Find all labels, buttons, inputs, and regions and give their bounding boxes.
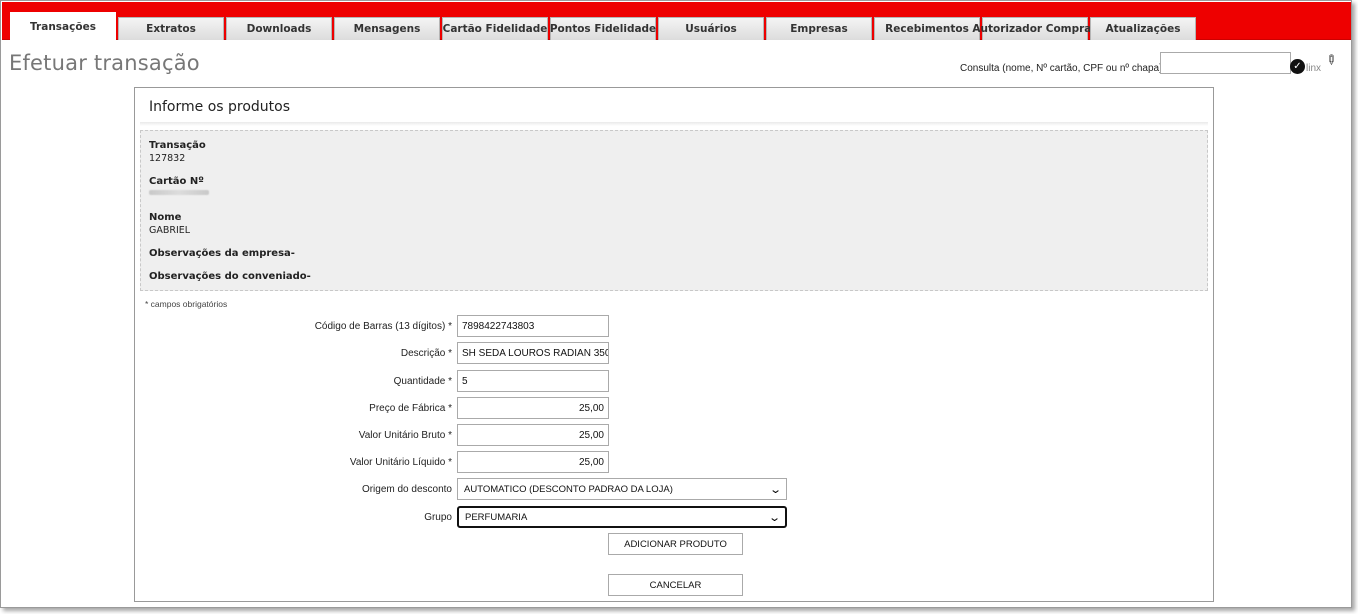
preco-fabrica-label: Preço de Fábrica * bbox=[369, 403, 452, 414]
transacao-label: Transação bbox=[149, 140, 206, 151]
descricao-input[interactable]: SH SEDA LOUROS RADIAN 350M bbox=[457, 342, 609, 364]
tab-cartao-fidelidade[interactable]: Cartão Fidelidade bbox=[442, 17, 548, 40]
valor-liquido-label: Valor Unitário Líquido * bbox=[349, 457, 452, 468]
tab-atualizacoes[interactable]: Atualizações bbox=[1090, 17, 1196, 40]
grupo-value: PERFUMARIA bbox=[465, 511, 528, 523]
tab-recebimentos[interactable]: Recebimentos bbox=[874, 17, 980, 40]
cartao-label: Cartão Nº bbox=[149, 176, 204, 187]
tab-transacoes[interactable]: Transações bbox=[10, 12, 116, 41]
codigo-barras-label: Código de Barras (13 dígitos) * bbox=[314, 321, 452, 332]
quantidade-input[interactable]: 5 bbox=[457, 370, 609, 392]
pin-icon[interactable]: ✎ bbox=[1321, 51, 1339, 69]
valor-liquido-input[interactable]: 25,00 bbox=[457, 451, 609, 473]
cartao-value-masked bbox=[149, 190, 209, 195]
descricao-label: Descrição * bbox=[400, 348, 452, 359]
origem-desconto-value: AUTOMATICO (DESCONTO PADRAO DA LOJA) bbox=[464, 483, 673, 495]
tab-autorizador-compras[interactable]: Autorizador Compras bbox=[972, 17, 1098, 40]
nome-label: Nome bbox=[149, 212, 182, 223]
panel-title: Informe os produtos bbox=[149, 99, 291, 115]
valor-bruto-input[interactable]: 25,00 bbox=[457, 424, 609, 446]
tab-empresas[interactable]: Empresas bbox=[766, 17, 872, 40]
required-fields-note: * campos obrigatórios bbox=[145, 299, 228, 309]
transaction-info-box: Transação 127832 Cartão Nº Nome GABRIEL … bbox=[140, 130, 1208, 291]
origem-desconto-label: Origem do desconto bbox=[361, 484, 452, 495]
cancelar-button[interactable]: CANCELAR bbox=[608, 574, 743, 596]
tab-extratos[interactable]: Extratos bbox=[118, 17, 224, 40]
transacao-value: 127832 bbox=[149, 153, 186, 164]
chevron-down-icon: ⌄ bbox=[768, 483, 782, 496]
origem-desconto-select[interactable]: AUTOMATICO (DESCONTO PADRAO DA LOJA) ⌄ bbox=[457, 478, 787, 500]
quantidade-label: Quantidade * bbox=[393, 376, 452, 387]
nome-value: GABRIEL bbox=[149, 225, 191, 236]
app-window: Transações Extratos Downloads Mensagens … bbox=[0, 0, 1352, 608]
panel-title-divider bbox=[140, 122, 1208, 126]
adicionar-produto-button[interactable]: ADICIONAR PRODUTO bbox=[608, 533, 743, 555]
chevron-down-icon: ⌄ bbox=[767, 511, 781, 524]
preco-fabrica-input[interactable]: 25,00 bbox=[457, 397, 609, 419]
products-panel: Informe os produtos Transação 127832 Car… bbox=[134, 87, 1214, 602]
obs-empresa-label: Observações da empresa- bbox=[149, 248, 295, 259]
codigo-barras-input[interactable]: 7898422743803 bbox=[457, 315, 609, 337]
grupo-select[interactable]: PERFUMARIA ⌄ bbox=[457, 506, 787, 528]
tab-usuarios[interactable]: Usuários bbox=[658, 17, 764, 40]
linx-logo: linx bbox=[1306, 63, 1322, 74]
confirm-check-icon[interactable]: ✓ bbox=[1290, 59, 1305, 74]
tab-mensagens[interactable]: Mensagens bbox=[334, 17, 440, 40]
tab-pontos-fidelidade[interactable]: Pontos Fidelidade bbox=[550, 17, 656, 40]
tab-downloads[interactable]: Downloads bbox=[226, 17, 332, 40]
grupo-label: Grupo bbox=[424, 512, 452, 523]
tab-bar: Transações Extratos Downloads Mensagens … bbox=[2, 2, 1351, 41]
valor-bruto-label: Valor Unitário Bruto * bbox=[358, 430, 452, 441]
page-title: Efetuar transação bbox=[9, 51, 200, 75]
consulta-input[interactable] bbox=[1160, 52, 1291, 74]
consulta-label: Consulta (nome, Nº cartão, CPF ou nº cha… bbox=[960, 63, 1163, 74]
obs-conveniado-label: Observações do conveniado- bbox=[149, 271, 311, 282]
